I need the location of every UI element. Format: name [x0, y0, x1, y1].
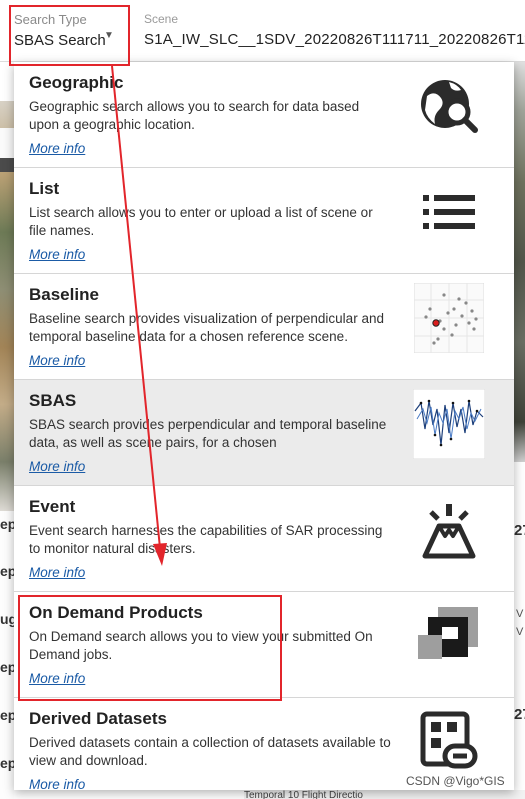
- menu-item-description: Derived datasets contain a collection of…: [29, 735, 391, 768]
- menu-item-title: Baseline: [29, 285, 99, 304]
- menu-item-baseline[interactable]: Baseline Baseline search provides visual…: [14, 274, 514, 380]
- menu-item-geographic[interactable]: Geographic Geographic search allows you …: [14, 62, 514, 168]
- search-header: Search Type SBAS Search ▼ Scene S1A_IW_S…: [0, 0, 525, 62]
- more-info-link[interactable]: More info: [29, 141, 85, 156]
- menu-item-title: Event: [29, 497, 76, 516]
- menu-item-description: Event search harnesses the capabilities …: [29, 523, 383, 556]
- map-toolbar-fragment: [0, 128, 14, 158]
- more-info-link[interactable]: More info: [29, 247, 85, 262]
- result-fragment: V: [516, 626, 524, 638]
- menu-item-description: List search allows you to enter or uploa…: [29, 205, 373, 238]
- menu-item-title: List: [29, 179, 60, 198]
- map-background-right: [514, 62, 525, 462]
- more-info-link[interactable]: More info: [29, 777, 85, 790]
- result-fragment: 27: [514, 522, 525, 539]
- menu-item-title: SBAS: [29, 391, 77, 410]
- menu-item-list[interactable]: List List search allows you to enter or …: [14, 168, 514, 274]
- on-demand-icon: [412, 600, 486, 672]
- globe-search-icon: [412, 70, 486, 142]
- map-badge-fragment: [0, 158, 14, 172]
- search-type-label: Search Type: [14, 12, 87, 27]
- result-detail-strip: Temporal 10 Flight Directio: [244, 790, 525, 799]
- more-info-link[interactable]: More info: [29, 459, 85, 474]
- search-type-value[interactable]: SBAS Search: [14, 32, 106, 49]
- menu-item-description: On Demand search allows you to view your…: [29, 629, 373, 662]
- list-icon: [412, 176, 486, 248]
- volcano-event-icon: [412, 494, 486, 566]
- menu-item-description: SBAS search provides perpendicular and t…: [29, 417, 387, 450]
- menu-item-description: Baseline search provides visualization o…: [29, 311, 384, 344]
- menu-item-description: Geographic search allows you to search f…: [29, 99, 360, 132]
- menu-item-title: Derived Datasets: [29, 709, 167, 728]
- search-type-select[interactable]: Search Type SBAS Search: [14, 12, 134, 50]
- scene-field[interactable]: Scene S1A_IW_SLC__1SDV_20220826T111711_2…: [144, 12, 525, 48]
- sbas-network-icon: [412, 388, 486, 460]
- search-type-menu: Geographic Geographic search allows you …: [14, 62, 514, 790]
- menu-item-on-demand-products[interactable]: On Demand Products On Demand search allo…: [14, 592, 514, 698]
- menu-item-sbas[interactable]: SBAS SBAS search provides perpendicular …: [14, 380, 514, 486]
- scene-label: Scene: [144, 12, 179, 26]
- more-info-link[interactable]: More info: [29, 671, 85, 686]
- chevron-down-icon[interactable]: ▼: [104, 30, 114, 41]
- more-info-link[interactable]: More info: [29, 353, 85, 368]
- menu-item-title: On Demand Products: [29, 603, 203, 622]
- menu-item-title: Geographic: [29, 73, 124, 92]
- scene-value[interactable]: S1A_IW_SLC__1SDV_20220826T111711_2022082…: [144, 31, 525, 48]
- watermark: CSDN @Vigo*GIS: [406, 774, 505, 788]
- derived-dataset-icon: [412, 706, 486, 778]
- result-fragment: V: [516, 608, 524, 620]
- result-fragment: 27: [514, 706, 525, 723]
- menu-item-event[interactable]: Event Event search harnesses the capabil…: [14, 486, 514, 592]
- baseline-scatter-icon: [412, 282, 486, 354]
- more-info-link[interactable]: More info: [29, 565, 85, 580]
